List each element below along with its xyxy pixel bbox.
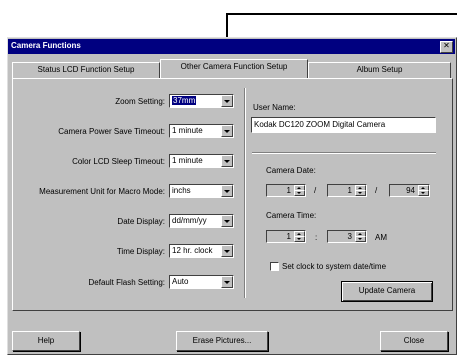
close-button[interactable]: Close — [380, 331, 448, 351]
spin-down-icon[interactable] — [294, 190, 305, 196]
spin-buttons[interactable] — [355, 231, 366, 242]
spin-down-icon[interactable] — [418, 190, 429, 196]
tab-other-camera-function[interactable]: Other Camera Function Setup — [160, 59, 308, 78]
zoom-setting-label: Zoom Setting: — [115, 97, 165, 106]
time-display-value: 12 hr. clock — [172, 246, 213, 255]
set-clock-checkbox[interactable] — [270, 262, 279, 271]
lcd-sleep-label: Color LCD Sleep Timeout: — [72, 157, 165, 166]
date-year-spinner[interactable]: 94 — [389, 184, 430, 197]
time-display-label: Time Display: — [116, 247, 165, 256]
date-month-value: 1 — [347, 186, 352, 195]
macro-unit-select[interactable]: inchs — [169, 184, 234, 198]
time-hour-value: 1 — [286, 232, 291, 241]
chevron-down-icon[interactable] — [221, 245, 233, 257]
zoom-setting-select[interactable]: 37mm — [169, 94, 234, 108]
spin-down-icon[interactable] — [355, 190, 366, 196]
time-minute-spinner[interactable]: 3 — [327, 230, 367, 243]
spin-buttons[interactable] — [294, 185, 305, 196]
chevron-down-icon[interactable] — [221, 276, 233, 288]
spin-buttons[interactable] — [418, 185, 429, 196]
date-separator: / — [314, 186, 317, 195]
tab-label: Status LCD Function Setup — [37, 65, 135, 74]
close-icon[interactable]: ✕ — [440, 41, 453, 53]
section-divider — [252, 152, 436, 154]
user-name-label: User Name: — [253, 103, 296, 112]
column-separator — [244, 88, 246, 298]
date-day-value: 1 — [286, 186, 291, 195]
time-separator: : — [315, 233, 318, 242]
chevron-down-icon[interactable] — [221, 95, 233, 107]
date-display-value: dd/mm/yy — [172, 216, 207, 225]
tab-album-setup[interactable]: Album Setup — [308, 62, 451, 78]
date-display-select[interactable]: dd/mm/yy — [169, 214, 234, 228]
flash-select[interactable]: Auto — [169, 275, 234, 289]
date-year-value: 94 — [406, 186, 415, 195]
tab-status-lcd[interactable]: Status LCD Function Setup — [12, 62, 160, 78]
set-clock-label: Set clock to system date/time — [282, 262, 387, 271]
macro-unit-value: inchs — [172, 186, 191, 195]
update-camera-button[interactable]: Update Camera — [341, 281, 433, 302]
spin-buttons[interactable] — [355, 185, 366, 196]
camera-date-label: Camera Date: — [266, 166, 316, 175]
chevron-down-icon[interactable] — [221, 185, 233, 197]
tab-label: Other Camera Function Setup — [180, 62, 288, 71]
zoom-setting-value: 37mm — [172, 96, 197, 105]
macro-unit-label: Measurement Unit for Macro Mode: — [39, 187, 165, 196]
tab-label: Album Setup — [356, 65, 403, 74]
flash-label: Default Flash Setting: — [88, 278, 165, 287]
date-month-spinner[interactable]: 1 — [327, 184, 367, 197]
user-name-value: Kodak DC120 ZOOM Digital Camera — [254, 120, 386, 129]
chevron-down-icon[interactable] — [221, 215, 233, 227]
window-title: Camera Functions — [11, 41, 81, 50]
spin-buttons[interactable] — [294, 231, 305, 242]
title-bar: Camera Functions ✕ — [8, 39, 455, 54]
date-day-spinner[interactable]: 1 — [266, 184, 306, 197]
spin-down-icon[interactable] — [355, 236, 366, 242]
power-save-select[interactable]: 1 minute — [169, 124, 234, 138]
date-display-label: Date Display: — [117, 217, 165, 226]
chevron-down-icon[interactable] — [221, 125, 233, 137]
time-minute-value: 3 — [347, 232, 352, 241]
lcd-sleep-value: 1 minute — [172, 156, 203, 165]
user-name-input[interactable]: Kodak DC120 ZOOM Digital Camera — [251, 117, 436, 133]
time-hour-spinner[interactable]: 1 — [266, 230, 306, 243]
power-save-value: 1 minute — [172, 126, 203, 135]
lcd-sleep-select[interactable]: 1 minute — [169, 154, 234, 168]
flash-value: Auto — [172, 277, 189, 286]
time-ampm: AM — [375, 233, 387, 242]
chevron-down-icon[interactable] — [221, 155, 233, 167]
power-save-label: Camera Power Save Timeout: — [58, 127, 165, 136]
help-button[interactable]: Help — [12, 331, 80, 351]
erase-pictures-button[interactable]: Erase Pictures... — [176, 331, 268, 351]
date-separator: / — [375, 186, 378, 195]
camera-time-label: Camera Time: — [266, 211, 317, 220]
spin-down-icon[interactable] — [294, 236, 305, 242]
time-display-select[interactable]: 12 hr. clock — [169, 244, 234, 258]
